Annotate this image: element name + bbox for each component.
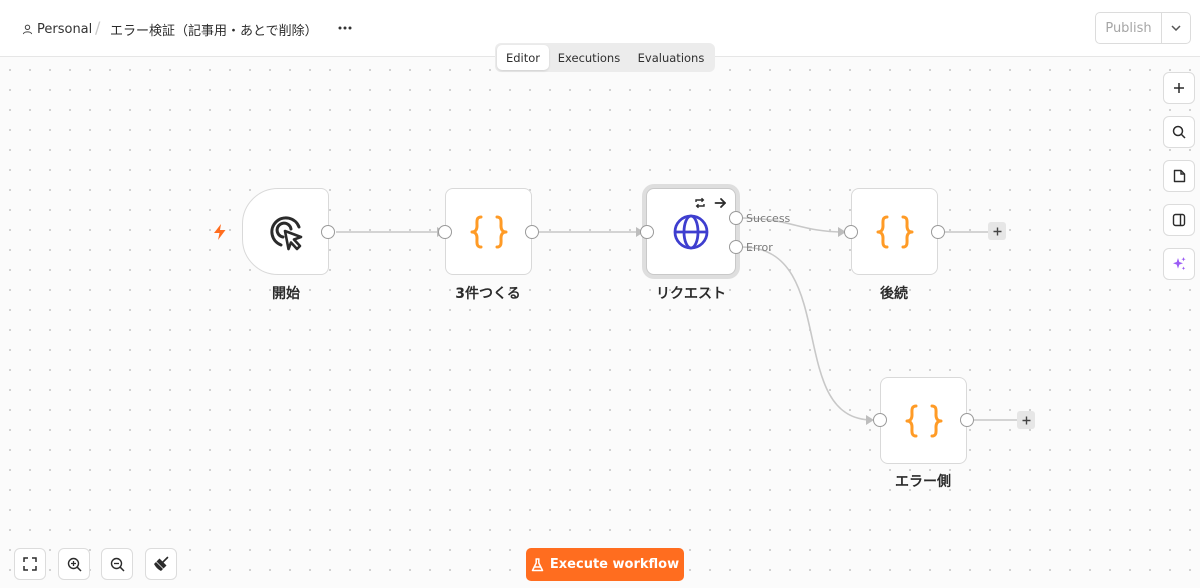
zoom-in-icon (67, 557, 82, 572)
node-start[interactable] (242, 188, 329, 275)
plus-icon (1174, 83, 1184, 93)
project-name: Personal (37, 21, 93, 37)
node-make3[interactable] (445, 188, 532, 275)
tab-editor[interactable]: Editor (497, 45, 549, 70)
fit-view-icon (23, 557, 37, 571)
code-braces-icon (876, 215, 913, 248)
error-side-add-node-button[interactable] (1017, 411, 1035, 429)
ai-assistant-button[interactable] (1163, 248, 1195, 280)
followup-input-handle[interactable] (844, 225, 858, 239)
workflow-name[interactable]: エラー検証（記事用・あとで削除） (110, 19, 318, 39)
success-output-label: Success (746, 212, 791, 225)
arrow-right-icon[interactable] (714, 197, 727, 209)
fit-view-button[interactable] (14, 548, 46, 580)
execute-workflow-button[interactable]: Execute workflow (526, 548, 684, 581)
tab-executions[interactable]: Executions (549, 45, 629, 70)
cursor-click-icon (269, 215, 302, 250)
code-braces-icon (905, 404, 942, 437)
flask-icon (531, 557, 544, 571)
publish-dropdown-button[interactable] (1162, 13, 1190, 43)
node-followup[interactable] (851, 188, 938, 275)
sticky-note-button[interactable] (1163, 160, 1195, 192)
node-start-label: 開始 (272, 286, 300, 302)
error-output-label: Error (746, 241, 773, 254)
followup-output-handle[interactable] (931, 225, 945, 239)
user-icon (22, 24, 33, 34)
trigger-bolt-icon (212, 223, 228, 245)
sparkles-icon (1173, 257, 1186, 271)
broom-icon (154, 556, 169, 571)
plus-icon (1022, 416, 1030, 424)
request-error-handle[interactable] (729, 240, 743, 254)
ellipsis-icon (338, 26, 352, 30)
publish-button-group: Publish (1095, 12, 1191, 44)
tab-evaluations[interactable]: Evaluations (629, 45, 713, 70)
make3-output-handle[interactable] (525, 225, 539, 239)
workflow-canvas[interactable] (0, 57, 1200, 588)
node-followup-label: 後続 (880, 286, 908, 302)
code-braces-icon (470, 215, 507, 248)
breadcrumb-project[interactable]: Personal (22, 19, 92, 39)
node-error-side[interactable] (880, 377, 967, 464)
plus-icon (993, 227, 1001, 235)
followup-add-node-button[interactable] (988, 222, 1006, 240)
search-nodes-button[interactable] (1163, 116, 1195, 148)
tidy-up-button[interactable] (145, 548, 177, 580)
retry-icon[interactable] (694, 197, 706, 209)
chevron-down-icon (1171, 25, 1181, 31)
view-tabs: Editor Executions Evaluations (495, 43, 715, 72)
publish-button[interactable]: Publish (1096, 13, 1162, 43)
request-input-handle[interactable] (640, 225, 654, 239)
request-success-handle[interactable] (729, 211, 743, 225)
execute-workflow-label: Execute workflow (549, 557, 680, 572)
start-output-handle[interactable] (321, 225, 335, 239)
node-request-actions (694, 197, 727, 209)
panel-icon (1172, 213, 1186, 227)
zoom-in-button[interactable] (58, 548, 90, 580)
error-side-output-handle[interactable] (960, 413, 974, 427)
sticky-note-icon (1173, 169, 1185, 183)
make3-input-handle[interactable] (438, 225, 452, 239)
error-side-input-handle[interactable] (873, 413, 887, 427)
add-node-button[interactable] (1163, 72, 1195, 104)
toggle-panel-button[interactable] (1163, 204, 1195, 236)
globe-icon (673, 214, 709, 249)
zoom-out-icon (110, 557, 125, 572)
node-error-side-label: エラー側 (895, 474, 951, 490)
search-icon (1172, 125, 1186, 139)
node-make3-label: 3件つくる (455, 286, 521, 302)
zoom-out-button[interactable] (101, 548, 133, 580)
breadcrumb-separator: / (95, 18, 101, 37)
more-options-button[interactable] (335, 18, 355, 38)
node-request-label: リクエスト (656, 286, 726, 302)
